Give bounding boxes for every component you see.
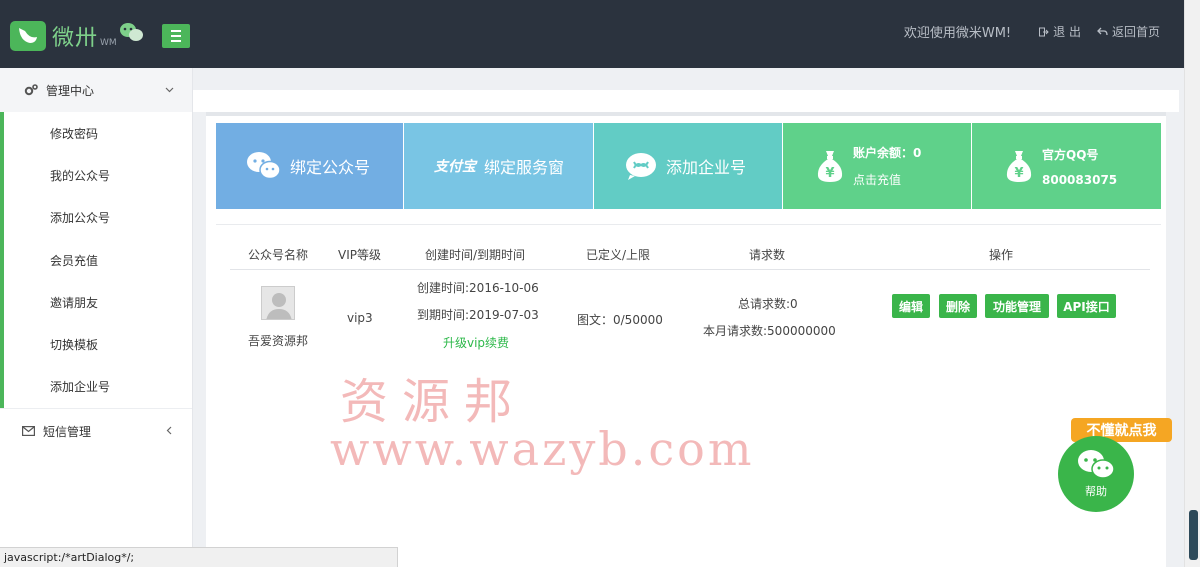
balance-card[interactable]: ¥ 账户余额：0 点击充值 [783, 123, 972, 209]
logo-sub: WM [100, 38, 117, 48]
vip-level: vip3 [347, 311, 373, 325]
money-bag-icon: ¥ [1006, 151, 1032, 182]
top-header: 微卅 WM 欢迎使用微米WM! 退 出 返回首页 [0, 0, 1200, 68]
col-name: 公众号名称 [248, 248, 309, 262]
sidebar-item-invite[interactable]: 邀请朋友 [0, 281, 192, 324]
accounts-table-header: 公众号名称 VIP等级 创建时间/到期时间 已定义/上限 请求数 操作 [230, 244, 1150, 270]
sidebar-item-label: 我的公众号 [50, 168, 111, 183]
chevron-left-icon [165, 424, 174, 438]
recharge-link[interactable]: 点击充值 [853, 171, 921, 188]
sidebar-item-switch-template[interactable]: 切换模板 [0, 323, 192, 366]
created-time: 创建时间:2016-10-06 [417, 281, 539, 295]
sidebar-item-label: 邀请朋友 [50, 295, 99, 310]
sidebar-item-my-accounts[interactable]: 我的公众号 [0, 154, 192, 197]
table-row: 吾爱资源邦 vip3 创建时间:2016-10-06 到期时间:2019-07-… [230, 271, 1150, 359]
header-actions: 欢迎使用微米WM! 退 出 返回首页 [904, 22, 1160, 41]
qq-label: 官方QQ号 [1042, 147, 1099, 162]
api-button[interactable]: API接口 [1057, 294, 1116, 318]
balance-info: 账户余额：0 点击充值 [853, 144, 921, 188]
balance-label: 账户余额：0 [853, 146, 922, 160]
sidebar-item-label: 添加企业号 [50, 380, 111, 395]
wechat-icon [1078, 450, 1115, 479]
col-defined: 已定义/上限 [586, 248, 651, 262]
sidebar-item-add-enterprise[interactable]: 添加企业号 [0, 365, 192, 409]
help-button[interactable]: 帮助 [1058, 436, 1134, 512]
logo-text: 微卅 [52, 26, 99, 51]
bind-service-card[interactable]: 支付宝 绑定服务窗 [404, 123, 594, 209]
add-enterprise-label: 添加企业号 [666, 158, 747, 177]
sidebar-item-label: 切换模板 [50, 338, 99, 353]
sidebar-group-admin: 管理中心 修改密码 我的公众号 添加公众号 会员充值 邀请朋友 切换模板 添加企… [0, 68, 192, 416]
function-manage-button[interactable]: 功能管理 [985, 294, 1049, 318]
help-label: 帮助 [1085, 485, 1107, 498]
col-time: 创建时间/到期时间 [425, 248, 526, 262]
sidebar-group-sms-header[interactable]: 短信管理 [0, 409, 192, 454]
home-label: 返回首页 [1111, 25, 1160, 39]
logo-leaf-icon [10, 21, 46, 51]
menu-toggle-button[interactable] [162, 24, 190, 48]
hamburger-icon [171, 30, 181, 32]
chevron-down-icon [165, 83, 174, 97]
delete-button[interactable]: 删除 [939, 294, 977, 318]
divider [216, 224, 1161, 225]
sidebar-group-admin-label: 管理中心 [46, 83, 95, 98]
col-requests: 请求数 [749, 248, 786, 262]
defined-count: 图文：0/50000 [577, 313, 663, 327]
money-bag-icon: ¥ [817, 151, 843, 182]
sidebar-item-recharge[interactable]: 会员充值 [0, 238, 192, 282]
bind-mp-label: 绑定公众号 [290, 158, 371, 177]
watermark-url: www.wazyb.com [330, 422, 755, 476]
sidebar: 管理中心 修改密码 我的公众号 添加公众号 会员充值 邀请朋友 切换模板 添加企… [0, 68, 193, 567]
bind-service-label: 绑定服务窗 [484, 158, 565, 177]
envelope-icon [22, 426, 35, 437]
avatar [261, 286, 295, 320]
sidebar-item-change-password[interactable]: 修改密码 [0, 112, 192, 155]
sidebar-active-bar [0, 68, 4, 416]
return-icon [1097, 27, 1108, 35]
enterprise-chat-icon [626, 153, 656, 180]
logo[interactable]: 微卅 WM [10, 18, 145, 54]
month-requests: 本月请求数:500000000 [703, 324, 836, 338]
sidebar-item-add-account[interactable]: 添加公众号 [0, 196, 192, 239]
wechat-icon [247, 152, 281, 180]
qq-number: 800083075 [1042, 172, 1118, 187]
account-name: 吾爱资源邦 [248, 334, 309, 348]
browser-status-bar: javascript:/*artDialog*/; [0, 547, 398, 567]
upgrade-link[interactable]: 升级vip续费 [443, 334, 509, 351]
svg-text:¥: ¥ [1014, 166, 1023, 181]
gears-icon [24, 84, 38, 96]
logout-link[interactable]: 退 出 [1039, 23, 1081, 40]
content-top-strip [193, 90, 1179, 112]
scrollbar-thumb[interactable] [1189, 510, 1198, 560]
col-vip: VIP等级 [338, 248, 381, 262]
sidebar-group-admin-header[interactable]: 管理中心 [0, 68, 192, 112]
scrollbar[interactable] [1184, 0, 1200, 567]
total-requests: 总请求数:0 [738, 297, 798, 311]
logout-icon [1039, 27, 1049, 36]
qq-info: 官方QQ号 800083075 [1042, 146, 1117, 187]
sidebar-group-sms: 短信管理 [0, 408, 192, 454]
bind-mp-card[interactable]: 绑定公众号 [216, 123, 404, 209]
svg-text:¥: ¥ [825, 166, 834, 181]
sidebar-item-label: 会员充值 [50, 253, 99, 268]
welcome-text: 欢迎使用微米WM! [903, 26, 1012, 41]
edit-button[interactable]: 编辑 [892, 294, 930, 318]
add-enterprise-card[interactable]: 添加企业号 [594, 123, 783, 209]
home-link[interactable]: 返回首页 [1097, 23, 1160, 40]
wechat-bubbles-icon [119, 22, 145, 47]
alipay-logo-icon: 支付宝 [434, 159, 476, 175]
logout-label: 退 出 [1053, 25, 1081, 39]
qq-card[interactable]: ¥ 官方QQ号 800083075 [972, 123, 1161, 209]
col-actions: 操作 [989, 248, 1014, 262]
expire-time: 到期时间:2019-07-03 [417, 308, 539, 322]
sidebar-item-label: 添加公众号 [50, 211, 111, 226]
sidebar-group-sms-label: 短信管理 [43, 424, 92, 439]
sidebar-item-label: 修改密码 [50, 126, 99, 141]
quick-action-cards: 绑定公众号 支付宝 绑定服务窗 添加企业号 ¥ 账户余额：0 点击充值 ¥ 官方… [216, 123, 1161, 209]
